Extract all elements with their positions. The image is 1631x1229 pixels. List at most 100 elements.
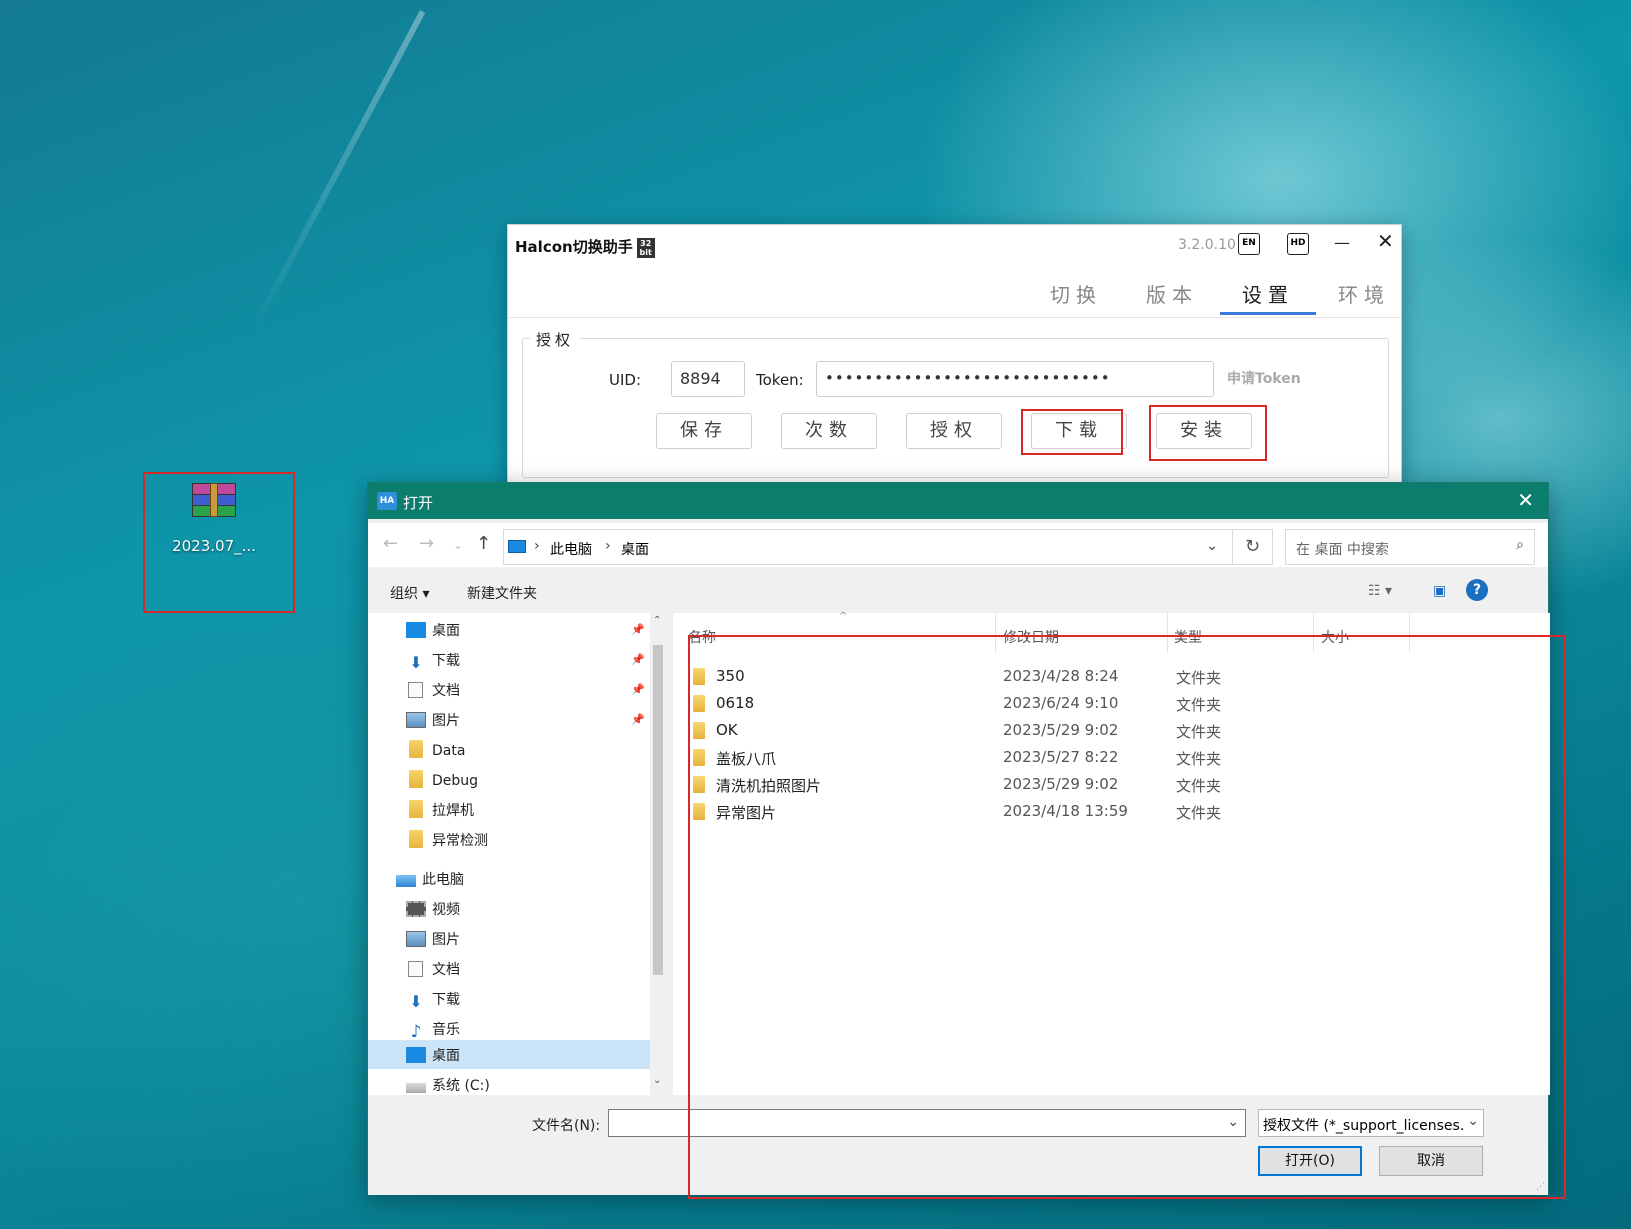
window-title-text: Halcon切换助手 [515, 238, 633, 256]
recent-chevron-icon[interactable]: ⌄ [453, 538, 463, 552]
auth-group-label: 授权 [530, 329, 581, 350]
organize-menu[interactable]: 组织 ▾ [390, 583, 429, 603]
close-button[interactable]: ✕ [1377, 229, 1394, 253]
view-options-icon[interactable]: ☷ ▾ [1368, 583, 1392, 599]
nav-label: 文档 [432, 683, 460, 699]
back-arrow-icon[interactable]: ← [383, 533, 398, 554]
folder-icon [409, 740, 423, 758]
scroll-down-icon[interactable]: ⌄ [653, 1075, 661, 1086]
nav-item-drive-c[interactable]: 系统 (C:) [406, 1075, 490, 1095]
drive-icon [406, 1083, 426, 1093]
highlight-install [1149, 405, 1267, 461]
navigation-pane: 桌面 📌 ⬇ 下载 📌 文档 📌 图片 📌 Data Debug 拉焊机 异常检测… [368, 613, 666, 1095]
token-input[interactable]: ••••••••••••••••••••••••••••• [816, 361, 1214, 397]
picture-icon [406, 712, 426, 728]
address-dropdown-icon[interactable]: ⌄ [1206, 538, 1218, 554]
uid-input[interactable]: 8894 [671, 361, 745, 397]
nav-label: Data [432, 743, 466, 759]
nav-scrollbar[interactable]: ⌃ ⌄ [650, 613, 666, 1095]
tab-environment[interactable]: 环境 [1316, 275, 1412, 315]
nav-label: 桌面 [432, 1048, 460, 1064]
authorize-button[interactable]: 授权 [906, 413, 1002, 449]
nav-label: 桌面 [432, 623, 460, 639]
search-input[interactable]: 在 桌面 中搜索 ⌕ [1285, 529, 1535, 565]
nav-item-debug[interactable]: Debug [406, 770, 478, 798]
breadcrumb-desktop[interactable]: 桌面 [621, 539, 649, 559]
nav-item-documents[interactable]: 文档 [406, 959, 460, 987]
scroll-up-icon[interactable]: ⌃ [653, 615, 661, 626]
help-icon[interactable]: ? [1466, 579, 1488, 601]
ha-app-icon: HA [377, 492, 397, 510]
en-button[interactable]: EN [1238, 233, 1260, 255]
nav-item-downloads[interactable]: ⬇ 下载 [406, 989, 460, 1017]
nav-label: 此电脑 [422, 872, 464, 888]
tab-separator [508, 317, 1401, 318]
window-title: Halcon切换助手 32 bit [515, 236, 655, 258]
highlight-download [1021, 409, 1123, 455]
pin-icon[interactable]: 📌 [631, 653, 645, 666]
desktop-icon [406, 622, 426, 638]
nav-label: 下载 [432, 992, 460, 1008]
document-icon [408, 961, 423, 977]
light-streak [250, 10, 426, 331]
halcon-window: Halcon切换助手 32 bit 3.2.0.10 EN HD — ✕ 切换 版… [507, 224, 1402, 484]
nav-label: 图片 [432, 713, 460, 729]
nav-label: 文档 [432, 962, 460, 978]
nav-label: 异常检测 [432, 833, 488, 849]
nav-label: 视频 [432, 902, 460, 918]
nav-item-desktop-pinned[interactable]: 桌面 [406, 620, 460, 648]
uid-label: UID: [609, 371, 642, 389]
pin-icon[interactable]: 📌 [631, 623, 645, 636]
minimize-button[interactable]: — [1334, 233, 1350, 252]
apply-token-link[interactable]: 申请Token [1227, 368, 1301, 388]
filename-label: 文件名(N): [532, 1118, 601, 1134]
sort-indicator-icon: ^ [839, 611, 848, 622]
nav-label: 拉焊机 [432, 803, 474, 819]
nav-label: Debug [432, 773, 479, 789]
picture-icon [406, 931, 426, 947]
nav-item-this-pc[interactable]: 此电脑 [396, 869, 464, 897]
nav-item-desktop[interactable]: 桌面 [406, 1045, 460, 1073]
document-icon [408, 682, 423, 698]
tab-version[interactable]: 版本 [1124, 275, 1220, 315]
dialog-titlebar: HA 打开 ✕ [368, 483, 1548, 519]
save-button[interactable]: 保存 [656, 413, 752, 449]
tab-settings[interactable]: 设置 [1220, 275, 1316, 315]
pin-icon[interactable]: 📌 [631, 713, 645, 726]
video-icon [406, 901, 426, 917]
nav-item-music[interactable]: ♪ 音乐 [406, 1019, 460, 1047]
address-bar[interactable]: › 此电脑 › 桌面 ⌄ [503, 529, 1233, 565]
dialog-title: 打开 [403, 494, 434, 512]
nav-item-documents-pinned[interactable]: 文档 [406, 680, 460, 708]
preview-pane-icon[interactable]: ▣ [1433, 583, 1446, 599]
pin-icon[interactable]: 📌 [631, 683, 645, 696]
pc-icon [508, 540, 526, 553]
count-button[interactable]: 次数 [781, 413, 877, 449]
tab-switch[interactable]: 切换 [1028, 275, 1124, 315]
scroll-thumb[interactable] [653, 645, 663, 975]
refresh-icon[interactable]: ↻ [1233, 529, 1273, 565]
folder-icon [409, 800, 423, 818]
navigation-row: ← → ⌄ ↑ › 此电脑 › 桌面 ⌄ ↻ 在 桌面 中搜索 ⌕ [368, 523, 1548, 567]
search-icon: ⌕ [1516, 537, 1524, 553]
music-icon: ♪ [410, 1022, 422, 1042]
folder-icon [409, 770, 423, 788]
nav-item-pictures[interactable]: 图片 [406, 929, 460, 957]
new-folder-button[interactable]: 新建文件夹 [467, 583, 537, 603]
nav-item-videos[interactable]: 视频 [406, 899, 460, 927]
hd-button[interactable]: HD [1287, 233, 1309, 255]
nav-item-downloads-pinned[interactable]: ⬇ 下载 [406, 650, 460, 678]
dialog-toolbar: 组织 ▾ 新建文件夹 ☷ ▾ ▣ ? [368, 571, 1548, 613]
search-placeholder: 在 桌面 中搜索 [1296, 542, 1389, 558]
up-arrow-icon[interactable]: ↑ [476, 533, 491, 554]
nav-item-data[interactable]: Data [406, 740, 465, 768]
nav-item-welder[interactable]: 拉焊机 [406, 800, 474, 828]
nav-item-anomaly[interactable]: 异常检测 [406, 830, 488, 858]
nav-item-pictures-pinned[interactable]: 图片 [406, 710, 460, 738]
breadcrumb-this-pc[interactable]: 此电脑 [550, 539, 592, 559]
forward-arrow-icon[interactable]: → [419, 533, 434, 554]
highlight-desktop-icon [143, 472, 295, 613]
download-icon: ⬇ [409, 653, 423, 672]
dialog-close-button[interactable]: ✕ [1517, 488, 1534, 512]
breadcrumb-separator-icon: › [605, 538, 611, 554]
